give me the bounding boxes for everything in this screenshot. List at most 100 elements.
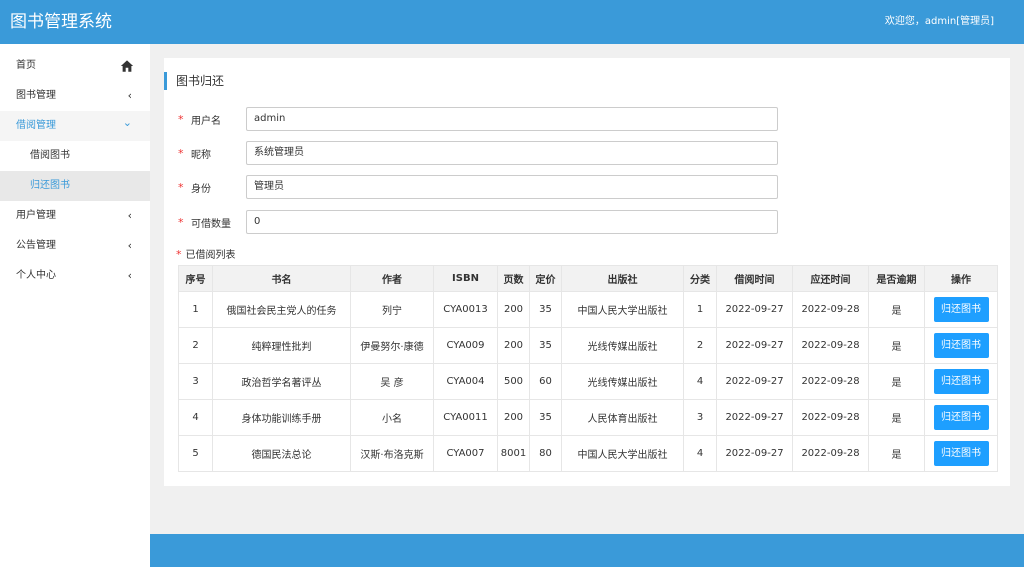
column-header: 序号 — [178, 265, 213, 292]
table-cell: 200 — [497, 291, 530, 328]
table-cell: 500 — [497, 363, 530, 400]
table-cell: 2022-09-28 — [792, 327, 869, 364]
table-cell: 是 — [868, 327, 925, 364]
action-cell: 归还图书 — [924, 435, 998, 472]
sidebar-item-borrow-book[interactable]: 借阅图书 — [0, 141, 150, 171]
sidebar-item-label: 公告管理 — [16, 240, 56, 251]
return-panel: 图书归还 * 用户名 admin * 昵称 系统管理员 * 身份 管理员 * 可… — [164, 58, 1010, 486]
sidebar-item-label: 图书管理 — [16, 90, 56, 101]
table-cell: 4 — [178, 399, 213, 436]
sidebar-item-label: 用户管理 — [16, 210, 56, 221]
table-cell: 8001 — [497, 435, 530, 472]
sidebar-item-label: 个人中心 — [16, 270, 56, 281]
chevron-left-icon: ‹ — [127, 209, 132, 222]
table-cell: 是 — [868, 363, 925, 400]
app-title: 图书管理系统 — [10, 12, 112, 32]
table-cell: CYA007 — [433, 435, 498, 472]
table-cell: 俄国社会民主党人的任务 — [212, 291, 351, 328]
sidebar-item-book-mgmt[interactable]: 图书管理 ‹ — [0, 81, 150, 111]
table-row: 3 政治哲学名著评丛吴 彦 CYA004 500 60 光线传媒出版社 4 2022-09-2… — [178, 363, 998, 400]
column-header: 借阅时间 — [716, 265, 793, 292]
action-cell: 归还图书 — [924, 399, 998, 436]
table-cell: 60 — [529, 363, 562, 400]
table-cell: 是 — [868, 435, 925, 472]
table-cell: 1 — [178, 291, 213, 328]
table-cell: 是 — [868, 291, 925, 328]
username-label: 用户名 — [191, 116, 221, 127]
quota-field[interactable]: 0 — [246, 210, 778, 234]
required-mark: * — [178, 216, 184, 229]
home-icon — [120, 60, 134, 72]
action-cell: 归还图书 — [924, 327, 998, 364]
table-cell: 2022-09-28 — [792, 399, 869, 436]
form-row-identity: * 身份 管理员 — [176, 175, 796, 199]
table-cell: 2022-09-27 — [716, 435, 793, 472]
table-cell: 吴 彦 — [350, 363, 434, 400]
sidebar-item-user-mgmt[interactable]: 用户管理 ‹ — [0, 201, 150, 231]
quota-label: 可借数量 — [191, 219, 231, 230]
form-row-nickname: * 昵称 系统管理员 — [176, 141, 796, 165]
page-title: 图书归还 — [164, 72, 224, 90]
borrowed-list-title: 已借阅列表 — [185, 250, 236, 261]
table-cell: 列宁 — [350, 291, 434, 328]
column-header: 分类 — [683, 265, 717, 292]
table-cell: 2 — [683, 327, 717, 364]
identity-label: 身份 — [191, 184, 211, 195]
return-book-button[interactable]: 归还图书 — [933, 333, 989, 358]
table-cell: 3 — [178, 363, 213, 400]
table-cell: 1 — [683, 291, 717, 328]
top-header: 图书管理系统 欢迎您，admin[管理员] — [0, 0, 1024, 44]
table-cell: 小名 — [350, 399, 434, 436]
required-mark: * — [178, 113, 184, 126]
table-row: 4 身体功能训练手册 小名 CYA0011 200 35 人民体育出版社 3 2022-09-2… — [178, 399, 998, 436]
sidebar-item-home[interactable]: 首页 — [0, 51, 150, 81]
required-mark: * — [178, 147, 184, 160]
column-header: 出版社 — [561, 265, 684, 292]
form-row-username: * 用户名 admin — [176, 107, 796, 131]
table-cell: 政治哲学名著评丛 — [212, 363, 351, 400]
chevron-left-icon: ‹ — [127, 269, 132, 282]
sidebar-item-personal[interactable]: 个人中心 ‹ — [0, 261, 150, 291]
return-book-button[interactable]: 归还图书 — [933, 369, 989, 394]
table-row: 1 俄国社会民主党人的任务 列宁 CYA0013 200 35 中国人民大学出版社 1 2022… — [178, 291, 998, 328]
return-book-button[interactable]: 归还图书 — [933, 297, 989, 322]
table-cell: 人民体育出版社 — [561, 399, 684, 436]
form-row-quota: * 可借数量 0 — [176, 210, 796, 234]
table-row: 2 纯粹理性批判 伊曼努尔·康德 CYA009 200 35 光线传媒出版社 2 2022-09… — [178, 327, 998, 364]
table-cell: 2022-09-27 — [716, 363, 793, 400]
return-book-button[interactable]: 归还图书 — [933, 405, 989, 430]
borrowed-list-label: * 已借阅列表 — [176, 246, 236, 261]
username-field[interactable]: admin — [246, 107, 778, 131]
table-cell: CYA0011 — [433, 399, 498, 436]
column-header: 是否逾期 — [868, 265, 925, 292]
sidebar-item-notice-mgmt[interactable]: 公告管理 ‹ — [0, 231, 150, 261]
sidebar-item-return-book[interactable]: 归还图书 — [0, 171, 150, 201]
table-cell: 光线传媒出版社 — [561, 363, 684, 400]
table-cell: 35 — [529, 399, 562, 436]
column-header: 定价 — [529, 265, 562, 292]
column-header: 操作 — [924, 265, 998, 292]
table-cell: 身体功能训练手册 — [212, 399, 351, 436]
table-cell: 2022-09-27 — [716, 291, 793, 328]
column-header: ISBN — [433, 265, 498, 292]
table-cell: CYA009 — [433, 327, 498, 364]
table-cell: 纯粹理性批判 — [212, 327, 351, 364]
table-cell: 2022-09-28 — [792, 435, 869, 472]
table-cell: 200 — [497, 327, 530, 364]
chevron-down-icon: ⌄ — [122, 116, 132, 129]
sidebar-item-borrow-mgmt[interactable]: 借阅管理 ⌄ — [0, 111, 150, 141]
table-cell: 200 — [497, 399, 530, 436]
identity-field[interactable]: 管理员 — [246, 175, 778, 199]
return-book-button[interactable]: 归还图书 — [933, 441, 989, 466]
table-header-row: 序号 书名 作者 ISBN 页数 定价 出版社 分类 借阅时间 应还时间 是否逾… — [178, 265, 998, 292]
borrowed-books-table: 序号 书名 作者 ISBN 页数 定价 出版社 分类 借阅时间 应还时间 是否逾… — [178, 265, 998, 472]
welcome-user[interactable]: 欢迎您，admin[管理员] — [885, 0, 994, 44]
table-cell: 80 — [529, 435, 562, 472]
table-cell: 2022-09-28 — [792, 363, 869, 400]
nickname-field[interactable]: 系统管理员 — [246, 141, 778, 165]
table-cell: CYA0013 — [433, 291, 498, 328]
chevron-left-icon: ‹ — [127, 89, 132, 102]
table-cell: 光线传媒出版社 — [561, 327, 684, 364]
table-cell: CYA004 — [433, 363, 498, 400]
action-cell: 归还图书 — [924, 363, 998, 400]
